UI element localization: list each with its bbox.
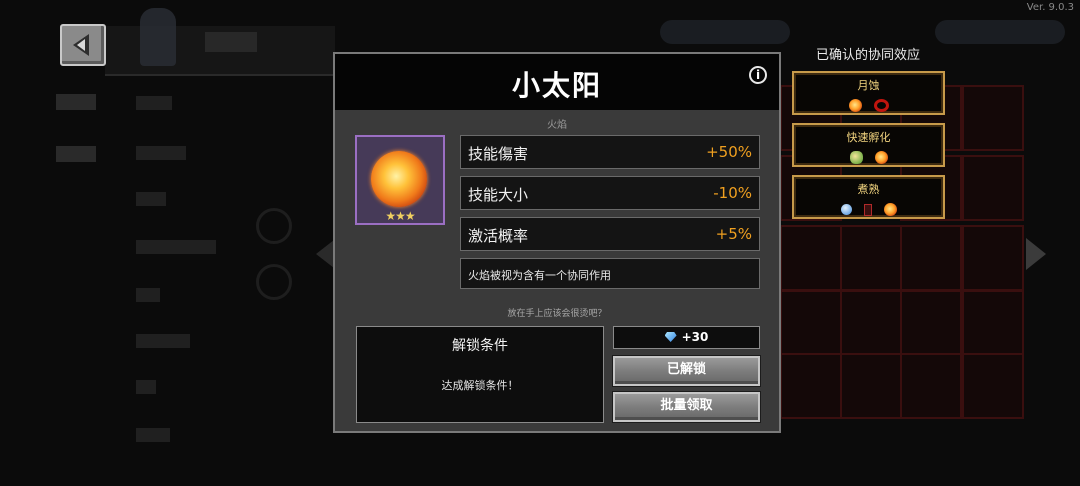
stat-name: 技能傷害 [468,145,529,163]
version-label: Ver. 9.0.3 [1026,2,1074,13]
fire-orb-icon [371,151,427,207]
batch-claim-button[interactable]: 批量领取 [613,392,760,422]
dialog-header: 小太阳 i [335,54,779,110]
meat-icon [863,203,872,216]
unlock-status: 达成解锁条件！ [441,379,519,392]
synergy-name: 快速孵化 [846,131,891,144]
gem-icon [664,332,677,342]
stat-row: 技能大小 -10% [460,176,760,210]
back-button[interactable] [60,24,106,66]
synergy-icons [794,147,943,164]
unlock-title: 解锁条件 [452,338,508,354]
stat-value: +50% [706,143,752,161]
unlock-condition-panel: 解锁条件 达成解锁条件！ [356,326,604,423]
background-currency-pill [660,20,790,44]
background-item-list [130,80,240,480]
synergy-name: 煮熟 [857,183,880,196]
stat-value: -10% [713,184,752,202]
item-title: 小太阳 [511,69,602,102]
stat-name: 技能大小 [468,186,529,204]
fire-orb-icon [883,203,897,216]
gem-reward: +30 [613,326,760,349]
stat-row: 技能傷害 +50% [460,135,760,169]
back-arrow-icon [73,34,89,56]
background-category-list [50,80,110,480]
synergy-name: 月蚀 [857,79,880,92]
background-title-placeholder [205,32,257,52]
unlocked-button[interactable]: 已解锁 [613,356,760,386]
flavor-text: 放在手上应该会很烫吧？ [507,309,607,319]
background-character-avatar [140,8,176,66]
synergy-card[interactable]: 快速孵化 [792,123,945,167]
stat-name: 激活概率 [468,227,529,245]
stat-row: 激活概率 +5% [460,217,760,251]
red-ring-icon [873,99,889,112]
background-currency-pill [935,20,1065,44]
prev-page-arrow-icon[interactable] [316,240,334,268]
next-page-arrow-icon[interactable] [1026,238,1046,270]
gem-reward-amount: +30 [681,330,709,344]
effect-description-box: 火焰被视为含有一个协同作用 [460,258,760,289]
synergy-icons [794,95,943,112]
item-detail-dialog: 小太阳 i 火焰 ★★★ 技能傷害 +50% 技能大小 -10% 激活概率 +5… [333,52,781,433]
synergy-card[interactable]: 月蚀 [792,71,945,115]
fire-orb-icon [874,151,888,164]
synergy-icons [794,199,943,216]
synergy-card[interactable]: 煮熟 [792,175,945,219]
synergy-panel-title: 已确认的协同效应 [815,48,920,63]
stat-value: +5% [715,225,752,243]
effect-description: 火焰被视为含有一个协同作用 [468,269,611,282]
rarity-stars: ★★★ [385,209,415,223]
fire-orb-icon [848,99,862,112]
info-icon[interactable]: i [749,66,767,84]
item-portrait: ★★★ [355,135,445,225]
item-element-label: 火焰 [547,120,567,131]
apple-icon [840,204,852,215]
egg-icon [849,151,863,164]
